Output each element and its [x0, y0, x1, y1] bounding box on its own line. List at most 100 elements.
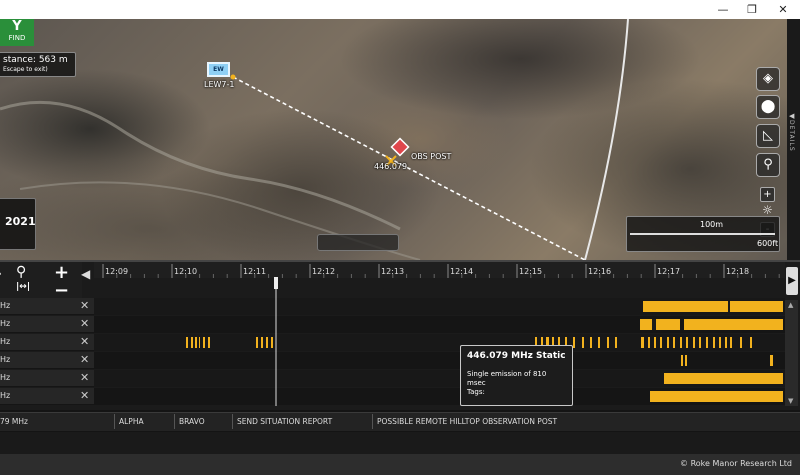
map-status-pill[interactable] [317, 234, 399, 251]
remove-row-icon[interactable]: ✕ [80, 371, 89, 384]
timeline-row-label[interactable]: Hz ✕ [0, 388, 94, 405]
find-icon: Y [12, 19, 22, 34]
activity-bar [664, 373, 783, 384]
copyright-text: © Roke Manor Research Ltd [680, 459, 792, 468]
activity-bar [607, 337, 609, 348]
timeline-row-label[interactable]: Hz ✕ [0, 316, 94, 333]
activity-bar [713, 337, 715, 348]
timeline-row [94, 316, 785, 333]
playhead-handle [274, 277, 278, 289]
distance-hint: Escape to exit) [3, 66, 48, 73]
activity-bar [203, 337, 205, 348]
activity-bar [770, 355, 773, 366]
activity-bar [719, 337, 721, 348]
row-frequency-text: Hz [0, 319, 11, 328]
marker-button[interactable]: ⬤ [756, 95, 780, 119]
activity-bar [191, 337, 193, 348]
remove-row-icon[interactable]: ✕ [80, 335, 89, 348]
situation-description[interactable]: POSSIBLE REMOTE HILLTOP OBSERVATION POST [372, 414, 792, 429]
scroll-down-icon[interactable]: ▼ [788, 397, 793, 405]
activity-bar [684, 319, 783, 330]
activity-bar [590, 337, 592, 348]
activity-bar [640, 319, 680, 330]
find-label: FIND [8, 34, 26, 42]
timeline-row-label[interactable]: Hz ✕ [0, 298, 94, 315]
situation-alpha[interactable]: ALPHA [114, 414, 172, 429]
timeline-row-label[interactable]: Hz ✕ [0, 370, 94, 387]
time-ruler [94, 262, 785, 278]
activity-bar [699, 337, 701, 348]
maximize-button[interactable]: ❐ [735, 0, 769, 19]
obs-post-icon[interactable] [390, 137, 410, 157]
activity-bar [686, 337, 688, 348]
tooltip-tags: Tags: [467, 388, 485, 396]
activity-bar [750, 337, 752, 348]
activity-bar [582, 337, 584, 348]
find-button[interactable]: Y FIND [0, 19, 34, 46]
app-window: { "window": { "controls": [ {"name": "mi… [0, 0, 800, 475]
activity-gap [652, 319, 656, 330]
activity-bar [660, 337, 662, 348]
emission-tooltip: 446.079 MHz Static Single emission of 81… [460, 345, 573, 406]
activity-bar [648, 337, 650, 348]
scale-meters: 100m [700, 220, 724, 229]
remove-row-icon[interactable]: ✕ [80, 389, 89, 402]
activity-bar [271, 337, 273, 348]
activity-bar [706, 337, 708, 348]
activity-bar [598, 337, 600, 348]
ew-label: LEW7-1 [204, 80, 235, 89]
measure-button[interactable]: ◺ [756, 124, 780, 148]
scroll-up-icon[interactable]: ▲ [788, 301, 793, 309]
triangle-ruler-icon: ◺ [763, 128, 773, 143]
activity-bar [186, 337, 188, 348]
activity-bar [199, 337, 200, 348]
timeline-chart[interactable]: 12:09 12:10 12:11 12:12 12:13 12:14 12:15 12:16… [0, 260, 800, 410]
row-frequency-text: Hz [0, 391, 11, 400]
remove-row-icon[interactable]: ✕ [80, 299, 89, 312]
distance-readout: stance: 563 m Escape to exit) [0, 52, 76, 77]
map-track [0, 100, 401, 231]
row-frequency-text: Hz [0, 355, 11, 364]
title-bar: — ❐ ✕ [0, 0, 800, 19]
distance-text: stance: 563 m [3, 55, 68, 65]
details-label: DETAILS [788, 120, 795, 152]
remove-row-icon[interactable]: ✕ [80, 317, 89, 330]
situation-frequency[interactable]: 79 MHz [0, 414, 108, 429]
year-panel: 2021 [0, 198, 36, 250]
search-location-button[interactable]: ⚲ [756, 153, 780, 177]
activity-bar [266, 337, 268, 348]
year-label: 2021 [5, 215, 36, 228]
activity-gap [728, 301, 730, 312]
close-button[interactable]: ✕ [766, 0, 800, 19]
timeline-scrollbar[interactable] [785, 300, 798, 406]
chevron-left-icon[interactable]: ◀ [789, 112, 794, 120]
tooltip-detail: Single emission of 810 msec [467, 370, 547, 387]
emitter-frequency-label: 446.079 [374, 162, 408, 171]
bearing-line [232, 76, 586, 260]
obs-post-label: OBS POST [411, 152, 452, 161]
activity-bar [693, 337, 695, 348]
location-pin-icon: ⬤ [760, 99, 776, 114]
activity-bar [740, 337, 742, 348]
row-frequency-text: Hz [0, 301, 11, 310]
magnifier-icon: ⚲ [763, 157, 773, 172]
timeline-row-label[interactable]: Hz ✕ [0, 352, 94, 369]
activity-bar [725, 337, 727, 348]
timeline-row-label[interactable]: Hz ✕ [0, 334, 94, 351]
zoom-in-button[interactable]: + [760, 187, 775, 202]
activity-bar [673, 337, 675, 348]
row-frequency-text: Hz [0, 373, 11, 382]
activity-bar [730, 337, 732, 348]
remove-row-icon[interactable]: ✕ [80, 353, 89, 366]
send-situation-report-button[interactable]: SEND SITUATION REPORT [232, 414, 372, 429]
ew-sensor-icon[interactable]: EW [207, 62, 230, 77]
activity-bar [256, 337, 258, 348]
activity-bar [643, 301, 783, 312]
status-band [0, 432, 800, 454]
activity-bar [650, 391, 783, 402]
layers-button[interactable]: ◈ [756, 67, 780, 91]
activity-bar [208, 337, 210, 348]
activity-bar [654, 337, 656, 348]
situation-bravo[interactable]: BRAVO [174, 414, 232, 429]
activity-bar [641, 337, 644, 348]
